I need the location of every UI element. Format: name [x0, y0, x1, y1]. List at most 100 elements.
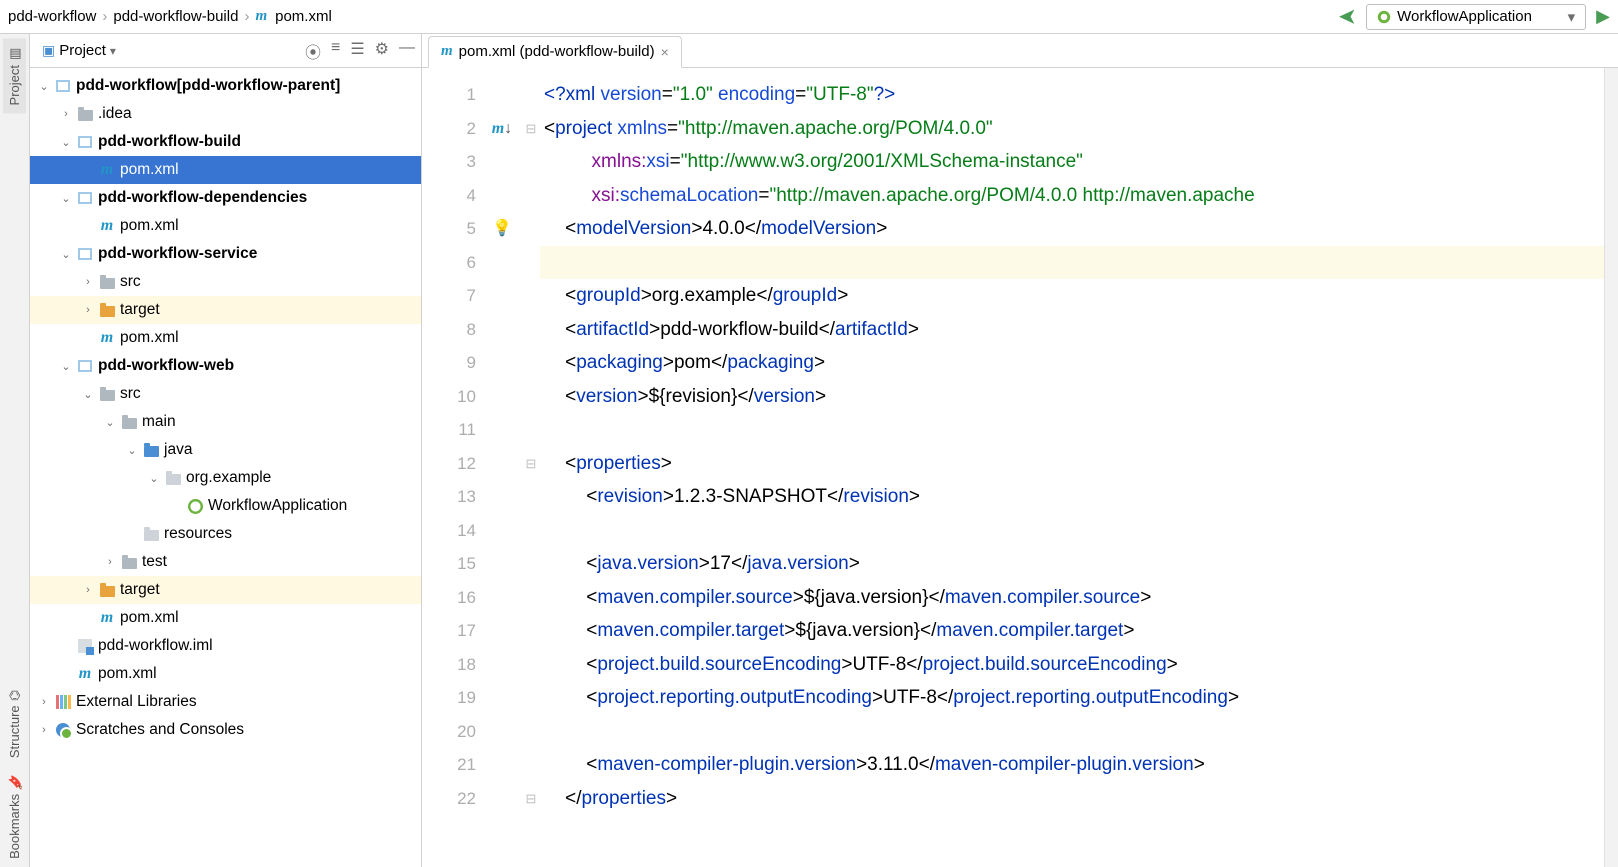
tree-item[interactable]: › src	[30, 268, 421, 296]
tree-twisty[interactable]: ›	[80, 276, 96, 288]
chevron-down-icon: ▾	[1568, 8, 1576, 26]
project-panel-header: ▣ Project ▾ ⦿ ≡ ☰ ⚙ —	[30, 34, 421, 68]
tree-item[interactable]: mpom.xml	[30, 660, 421, 688]
tree-twisty[interactable]: ⌄	[36, 80, 52, 93]
build-icon[interactable]: ➤	[1339, 4, 1356, 29]
tree-item[interactable]: ⌄pdd-workflow-service	[30, 240, 421, 268]
run-config-selector[interactable]: WorkflowApplication ▾	[1366, 4, 1586, 30]
maven-icon: m	[492, 120, 504, 137]
tree-item[interactable]: ⌄pdd-workflow-web	[30, 352, 421, 380]
tree-label: test	[142, 553, 167, 571]
tree-twisty[interactable]: ›	[102, 556, 118, 568]
tree-item[interactable]: ›.idea	[30, 100, 421, 128]
tree-item[interactable]: mpom.xml	[30, 212, 421, 240]
tree-item[interactable]: mpom.xml	[30, 604, 421, 632]
chevron-right-icon: ›	[102, 8, 107, 25]
tree-twisty[interactable]: ›	[80, 304, 96, 316]
tree-item[interactable]: › External Libraries	[30, 688, 421, 716]
rail-tab-structure[interactable]: Structure ⌬	[3, 682, 26, 766]
tree-item[interactable]: ⌄ src	[30, 380, 421, 408]
tree-item[interactable]: › test	[30, 548, 421, 576]
left-rail: Project ▤ Structure ⌬ Bookmarks 🔖	[0, 34, 30, 867]
project-view-selector[interactable]: ▣ Project ▾	[36, 40, 122, 61]
tree-label: src	[120, 273, 141, 291]
tree-label: WorkflowApplication	[208, 497, 347, 515]
project-icon: ▣	[42, 42, 55, 59]
tree-label: pom.xml	[120, 609, 179, 627]
tree-label: pom.xml	[98, 665, 157, 683]
tree-twisty[interactable]: ⌄	[58, 136, 74, 149]
close-icon[interactable]: ×	[661, 44, 669, 60]
tree-label: target	[120, 301, 160, 319]
intention-bulb-icon[interactable]: 💡	[492, 220, 512, 237]
tree-label: pdd-workflow.iml	[98, 637, 213, 655]
project-tree[interactable]: ⌄pdd-workflow [pdd-workflow-parent]›.ide…	[30, 68, 421, 867]
tree-item[interactable]: ⌄ org.example	[30, 464, 421, 492]
tree-item[interactable]: ⌄ java	[30, 436, 421, 464]
tree-twisty[interactable]: ⌄	[146, 472, 162, 485]
tree-item[interactable]: › target	[30, 576, 421, 604]
tree-twisty[interactable]: ⌄	[58, 248, 74, 261]
tree-twisty[interactable]: ›	[58, 108, 74, 120]
tree-label: target	[120, 581, 160, 599]
rail-tab-bookmarks[interactable]: Bookmarks 🔖	[3, 766, 26, 867]
tree-item[interactable]: › Scratches and Consoles	[30, 716, 421, 744]
gear-icon[interactable]: ⚙	[375, 39, 389, 63]
tree-twisty[interactable]: ⌄	[102, 416, 118, 429]
rail-tab-project[interactable]: Project ▤	[3, 38, 26, 113]
tree-label: Scratches and Consoles	[76, 721, 244, 739]
editor-tabs: m pom.xml (pdd-workflow-build) ×	[422, 34, 1618, 68]
tree-item[interactable]: pdd-workflow.iml	[30, 632, 421, 660]
tree-twisty[interactable]: ⌄	[124, 444, 140, 457]
tree-item[interactable]: ⌄ pdd-workflow-build	[30, 128, 421, 156]
editor-tab[interactable]: m pom.xml (pdd-workflow-build) ×	[428, 36, 682, 68]
breadcrumb-item[interactable]: pdd-workflow-build	[113, 8, 238, 25]
chevron-down-icon: ▾	[110, 44, 116, 58]
tree-label: pom.xml	[120, 217, 179, 235]
tree-label: pdd-workflow-build	[98, 133, 241, 151]
tree-item[interactable]: WorkflowApplication	[30, 492, 421, 520]
tree-twisty[interactable]: ›	[80, 584, 96, 596]
tree-item[interactable]: › target	[30, 296, 421, 324]
select-opened-file-icon[interactable]: ⦿	[305, 39, 321, 63]
run-button[interactable]: ▶	[1596, 6, 1610, 27]
tree-twisty[interactable]: ⌄	[80, 388, 96, 401]
tree-twisty[interactable]: ›	[36, 724, 52, 736]
code-content[interactable]: <?xml version="1.0" encoding="UTF-8"?><p…	[540, 68, 1604, 867]
tree-label: External Libraries	[76, 693, 197, 711]
collapse-all-icon[interactable]: ☰	[350, 39, 364, 63]
hide-icon[interactable]: —	[399, 39, 415, 63]
tree-twisty[interactable]: ⌄	[58, 360, 74, 373]
fold-gutter[interactable]: ⊟ ⊟ ⊟	[522, 68, 540, 867]
tree-item[interactable]: ⌄pdd-workflow [pdd-workflow-parent]	[30, 72, 421, 100]
line-number-gutter[interactable]: 12345678910111213141516171819202122	[422, 68, 482, 867]
breadcrumb[interactable]: pdd-workflow › pdd-workflow-build › m po…	[8, 8, 332, 25]
tree-label: pom.xml	[120, 161, 179, 179]
annotation-gutter[interactable]: m↓ 💡	[482, 68, 522, 867]
tree-item[interactable]: ⌄main	[30, 408, 421, 436]
vertical-scrollbar[interactable]	[1604, 68, 1618, 867]
tree-label: java	[164, 441, 192, 459]
expand-all-icon[interactable]: ≡	[331, 39, 340, 63]
maven-icon: m	[255, 8, 267, 25]
fold-toggle[interactable]: ⊟	[526, 791, 537, 806]
editor[interactable]: 12345678910111213141516171819202122 m↓ 💡…	[422, 68, 1618, 867]
breadcrumb-item[interactable]: pom.xml	[275, 8, 332, 25]
maven-icon: m	[441, 43, 453, 60]
tree-item[interactable]: mpom.xml	[30, 324, 421, 352]
tree-label: org.example	[186, 469, 271, 487]
tree-item[interactable]: ⌄pdd-workflow-dependencies	[30, 184, 421, 212]
tree-twisty[interactable]: ›	[36, 696, 52, 708]
tree-label: src	[120, 385, 141, 403]
fold-toggle[interactable]: ⊟	[526, 456, 537, 471]
structure-icon: ⌬	[7, 690, 22, 701]
top-toolbar: pdd-workflow › pdd-workflow-build › m po…	[0, 0, 1618, 34]
breadcrumb-item[interactable]: pdd-workflow	[8, 8, 96, 25]
spring-icon	[1377, 10, 1391, 24]
tree-twisty[interactable]: ⌄	[58, 192, 74, 205]
tree-item[interactable]: resources	[30, 520, 421, 548]
tree-label: pom.xml	[120, 329, 179, 347]
project-icon: ▤	[7, 46, 22, 61]
fold-toggle[interactable]: ⊟	[526, 121, 537, 136]
tree-item[interactable]: mpom.xml	[30, 156, 421, 184]
